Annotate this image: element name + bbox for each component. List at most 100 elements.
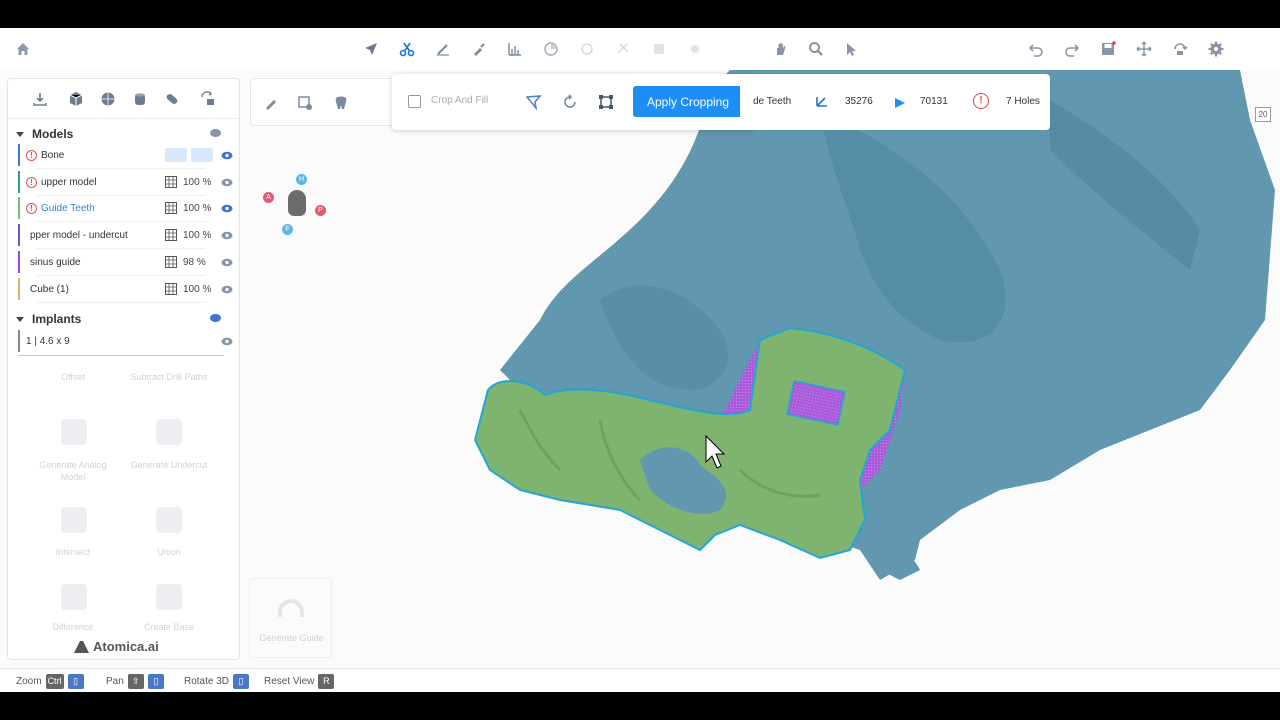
grid-wireframe-icon[interactable] <box>165 148 187 162</box>
grid-icon[interactable] <box>165 229 177 241</box>
model-row[interactable]: pper model - undercut 100 % <box>18 223 233 247</box>
zoom-icon[interactable] <box>807 40 825 58</box>
eraser-icon[interactable] <box>263 95 279 116</box>
opacity-value[interactable]: 98 % <box>183 257 213 268</box>
redo-ghost-icon <box>578 40 596 58</box>
model-row[interactable]: sinus guide 98 % <box>18 250 233 274</box>
opacity-value[interactable]: 100 % <box>183 284 213 295</box>
left-panel: Models Implants 1 | 4.6 x 9 Offset Subtr… <box>7 78 240 660</box>
row-color-bar <box>18 171 20 193</box>
model-name: Bone <box>41 149 65 161</box>
brand-name: Atomica.ai <box>93 639 159 654</box>
offset-action[interactable]: Offset <box>28 371 118 383</box>
implants-section-header[interactable]: Implants <box>16 312 81 326</box>
tooth-icon[interactable] <box>333 95 349 116</box>
grid-points-icon[interactable] <box>191 148 213 162</box>
save-icon[interactable] <box>1099 40 1117 58</box>
sphere-icon[interactable] <box>98 89 118 109</box>
orientation-label-h[interactable]: H <box>296 174 307 185</box>
undercut-icon <box>156 419 182 445</box>
capsule-icon[interactable] <box>162 89 182 109</box>
redo-icon[interactable] <box>1063 40 1081 58</box>
opacity-value[interactable]: 100 % <box>183 203 213 214</box>
settings-icon[interactable] <box>1207 40 1225 58</box>
divider <box>18 355 224 356</box>
visibility-eye-icon[interactable] <box>221 178 233 187</box>
union-action[interactable]: Union <box>124 546 214 558</box>
orientation-widget[interactable]: H A P F <box>262 170 328 236</box>
grid-icon[interactable] <box>165 202 177 214</box>
implant-row[interactable]: 1 | 4.6 x 9 <box>18 329 233 353</box>
models-eye-icon[interactable] <box>210 129 221 137</box>
intersect-action[interactable]: Intersect <box>28 546 118 558</box>
warning-icon: ! <box>26 149 37 161</box>
measure-icon[interactable] <box>506 40 524 58</box>
import-icon[interactable] <box>30 89 50 109</box>
visibility-eye-icon[interactable] <box>221 285 233 294</box>
scissors-icon[interactable] <box>398 40 416 58</box>
pointer-icon[interactable] <box>842 40 860 58</box>
bounding-box-icon[interactable] <box>598 94 614 115</box>
opacity-value[interactable]: 100 % <box>183 230 213 241</box>
cube-icon[interactable] <box>66 89 86 109</box>
sphere-icon[interactable] <box>542 40 560 58</box>
home-icon[interactable] <box>14 40 32 58</box>
orientation-label-a[interactable]: A <box>263 192 274 203</box>
model-row[interactable]: ! Guide Teeth 100 % <box>18 196 233 220</box>
pan-hint: Pan ⇧ ▯ <box>106 674 164 689</box>
models-section-header[interactable]: Models <box>16 127 73 141</box>
undo-icon[interactable] <box>1027 40 1045 58</box>
create-base-action[interactable]: Create Base <box>124 621 214 633</box>
visibility-eye-icon[interactable] <box>221 231 233 240</box>
difference-icon <box>61 584 87 610</box>
crop-and-fill-checkbox[interactable] <box>408 95 421 108</box>
generate-guide-label: Generate Guide <box>259 633 324 643</box>
grid-icon[interactable] <box>165 283 177 295</box>
generate-analog-model-action[interactable]: Generate Analog Model <box>28 459 118 483</box>
vertex-count: 35276 <box>845 96 873 107</box>
rotate-hint: Rotate 3D ▯ <box>184 674 250 689</box>
grid-icon[interactable] <box>165 256 177 268</box>
visibility-eye-icon[interactable] <box>221 258 233 267</box>
view-count-badge[interactable]: 20 <box>1255 107 1271 122</box>
apply-cropping-button[interactable]: Apply Cropping <box>633 86 743 117</box>
navigate-icon[interactable] <box>362 40 380 58</box>
row-divider <box>36 168 206 169</box>
paint-icon[interactable] <box>470 40 488 58</box>
model-row[interactable]: ! Bone <box>18 143 233 167</box>
implants-eye-icon[interactable] <box>210 314 221 322</box>
rotate-selection-icon[interactable] <box>562 94 578 115</box>
subtract-drill-paths-action[interactable]: Subtract Drill Paths <box>124 371 214 383</box>
visibility-eye-icon[interactable] <box>221 337 233 346</box>
model-row[interactable]: Cube (1) 100 % <box>18 277 233 301</box>
visibility-eye-icon[interactable] <box>221 204 233 213</box>
generate-guide-button[interactable]: Generate Guide <box>249 578 332 658</box>
cylinder-icon[interactable] <box>130 89 150 109</box>
brand-logo: Atomica.ai <box>74 639 159 654</box>
orientation-label-p[interactable]: P <box>315 205 326 216</box>
difference-action[interactable]: Difference <box>28 621 118 633</box>
ctrl-key: Ctrl <box>45 674 64 689</box>
caret-down-icon[interactable] <box>16 316 24 322</box>
select-region-icon[interactable] <box>297 95 313 116</box>
generate-undercut-action[interactable]: Generate Undercut <box>124 459 214 471</box>
lasso-icon[interactable] <box>525 94 542 115</box>
brush-icon[interactable] <box>434 40 452 58</box>
hand-icon[interactable] <box>772 40 790 58</box>
row-divider <box>36 302 206 303</box>
model-row[interactable]: ! upper model 100 % <box>18 170 233 194</box>
atomica-logo-icon <box>74 640 89 653</box>
crop-popup: Crop And Fill Apply Cropping <box>392 74 754 130</box>
transform-icon[interactable] <box>198 89 218 109</box>
rotate-icon[interactable] <box>1171 40 1189 58</box>
row-color-bar <box>18 278 20 300</box>
grid-icon[interactable] <box>165 176 177 188</box>
mouse-icon: ▯ <box>233 674 250 689</box>
move-icon[interactable] <box>1135 40 1153 58</box>
caret-down-icon[interactable] <box>16 131 24 137</box>
visibility-eye-icon[interactable] <box>221 151 233 160</box>
opacity-value[interactable]: 100 % <box>183 177 213 188</box>
rotate-label: Rotate 3D <box>184 676 230 687</box>
union-icon <box>156 507 182 533</box>
orientation-label-f[interactable]: F <box>282 224 293 235</box>
